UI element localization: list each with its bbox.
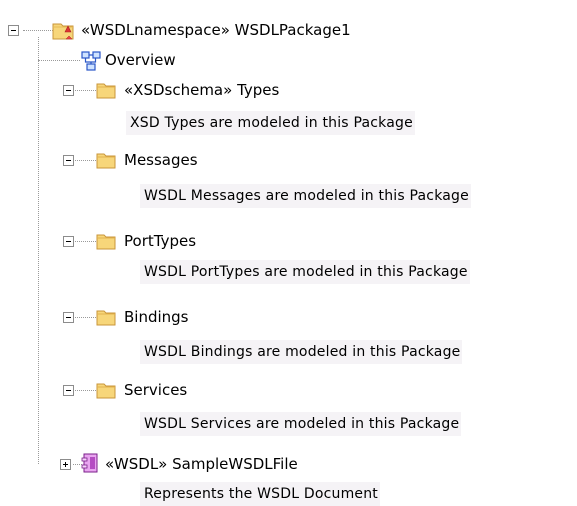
tree-connector-root (38, 37, 39, 464)
tree-connector-messages (73, 160, 96, 161)
expand-toggle-wsdl-file[interactable] (60, 459, 71, 470)
porttypes-note: WSDL PortTypes are modeled in this Packa… (140, 260, 470, 284)
types-note: XSD Types are modeled in this Package (126, 111, 415, 135)
tree-connector-bindings (73, 317, 96, 318)
bindings-note: WSDL Bindings are modeled in this Packag… (140, 340, 463, 364)
bindings-package-label[interactable]: Bindings (124, 307, 189, 327)
folder-icon (96, 153, 116, 169)
collapse-toggle-messages[interactable] (63, 155, 74, 166)
folder-icon (96, 83, 116, 99)
wsdl-component-icon (81, 453, 98, 473)
folder-icon (96, 234, 116, 250)
types-package-label[interactable]: «XSDschema» Types (124, 80, 279, 100)
collapse-toggle-services[interactable] (63, 385, 74, 396)
porttypes-package-label[interactable]: PortTypes (124, 231, 196, 251)
wsdl-file-note: Represents the WSDL Document (140, 482, 380, 506)
messages-note: WSDL Messages are modeled in this Packag… (140, 184, 471, 208)
diagram-icon (81, 51, 101, 71)
root-package-label[interactable]: «WSDLnamespace» WSDLPackage1 (81, 20, 351, 40)
tree-connector-overview (38, 60, 80, 61)
tree-connector-types (73, 90, 96, 91)
collapse-toggle-root[interactable] (8, 25, 19, 36)
tree-connector-porttypes (73, 241, 96, 242)
overview-diagram-label[interactable]: Overview (105, 50, 176, 70)
messages-package-label[interactable]: Messages (124, 150, 198, 170)
folder-icon (96, 383, 116, 399)
collapse-toggle-bindings[interactable] (63, 312, 74, 323)
wsdl-file-label[interactable]: «WSDL» SampleWSDLFile (105, 454, 298, 474)
folder-icon (96, 310, 116, 326)
tree-connector-services (73, 390, 96, 391)
services-note: WSDL Services are modeled in this Packag… (140, 412, 462, 436)
tree-connector-root-h (23, 30, 53, 31)
collapse-toggle-types[interactable] (63, 85, 74, 96)
collapse-toggle-porttypes[interactable] (63, 236, 74, 247)
services-package-label[interactable]: Services (124, 380, 187, 400)
package-folder-icon (52, 23, 74, 40)
